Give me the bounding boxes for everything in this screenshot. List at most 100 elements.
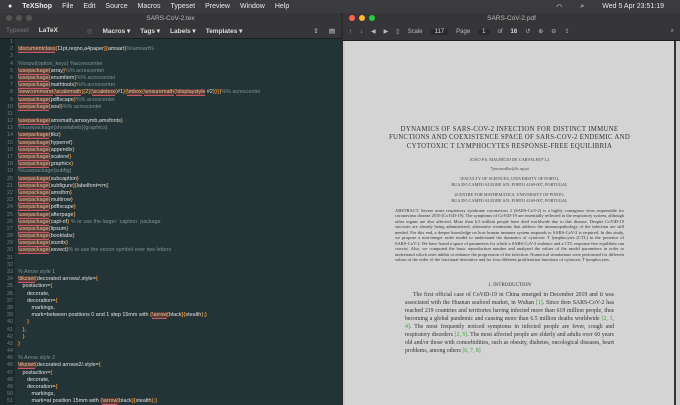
code-line[interactable] (18, 111, 341, 118)
templates-menu[interactable]: Templates ▾ (206, 27, 243, 35)
code-line[interactable]: mark=between positions 0 and 1 step 15mm… (18, 312, 341, 320)
menu-edit[interactable]: Edit (83, 3, 95, 10)
code-line[interactable]: \usepackage{amsthm} (18, 189, 341, 197)
zoom-button[interactable] (26, 15, 32, 21)
zoom-button[interactable] (369, 15, 375, 21)
code-line[interactable]: \usepackage{lipsum} (18, 225, 341, 233)
menu-help[interactable]: Help (275, 3, 289, 10)
minimize-button[interactable] (359, 15, 365, 21)
menu-preview[interactable]: Preview (205, 3, 230, 10)
code-line[interactable]: \usepackage{soul}%% acrescentei (18, 103, 341, 111)
close-button[interactable] (6, 15, 12, 21)
code-line[interactable]: \usepackage{pdflscape} (18, 204, 341, 212)
gear-icon[interactable]: ◎ (87, 27, 93, 35)
code-line[interactable]: decoration={ (18, 384, 341, 391)
menu-source[interactable]: Source (105, 3, 127, 10)
page-input[interactable]: 1 (478, 28, 490, 35)
code-line[interactable]: \usepackage{esvect}% to use the vector s… (18, 247, 341, 255)
code-line[interactable]: mark=at position 15mm with {\arrow[black… (18, 398, 341, 405)
split-icon[interactable]: ▤ (329, 27, 335, 35)
code-line[interactable] (18, 262, 341, 269)
zoom-in-icon[interactable]: ⊕ (538, 28, 543, 35)
citation-link[interactable]: [6, 7, 8] (462, 348, 480, 354)
macros-menu[interactable]: Macros ▾ (102, 27, 130, 35)
menu-typeset[interactable]: Typeset (171, 3, 196, 10)
zoom-out-icon[interactable]: ⊖ (551, 28, 556, 35)
code-line[interactable] (18, 53, 341, 60)
code-line[interactable]: \usepackage{afterpage} (18, 211, 341, 219)
code-line[interactable]: \newcommand{\scalemath}[2]{\scalebox{#1}… (18, 89, 341, 97)
typeset-button[interactable]: Typeset (6, 27, 29, 34)
code-line[interactable]: \usepackage{subfigure}[labelfont=rm] (18, 182, 341, 190)
line-number: 47 (7, 369, 13, 376)
code-line[interactable]: \usepackage{pdflscape}%% acrescentei (18, 96, 341, 104)
menu-file[interactable]: File (62, 3, 73, 10)
arrow-down-icon[interactable]: ↓ (360, 29, 363, 35)
search-icon[interactable]: ⌕ (580, 3, 584, 11)
code-editor[interactable]: 1 2 3 4 5 6 7 8 9 10 11 12 13 14 15 16 17 18 19 20 21 22 23 24 2… (0, 39, 341, 405)
wifi-icon[interactable]: ◠ (556, 3, 562, 11)
close-button[interactable] (349, 15, 355, 21)
code-line[interactable]: \usepackage{scalerel} (18, 154, 341, 161)
code-line[interactable]: decoration={ (18, 298, 341, 305)
engine-select[interactable]: LaTeX (39, 27, 77, 34)
code-line[interactable] (18, 39, 341, 46)
code-line[interactable]: }, (18, 327, 341, 334)
apple-icon[interactable]: ● (8, 3, 12, 10)
code-line[interactable]: %\usepackage{showlabels}{graphics} (18, 125, 341, 132)
code-line[interactable]: } (18, 319, 341, 326)
search-icon[interactable]: ⌕ (671, 28, 674, 35)
code-line[interactable]: \usepackage{tikz} (18, 132, 341, 140)
code-line[interactable]: \tikzset{decorated arrows2/.style={ (18, 362, 341, 370)
code-line[interactable]: decorate, (18, 377, 341, 384)
menu-app[interactable]: TeXShop (22, 3, 52, 10)
code-line[interactable]: \usepackage{siunitx} (18, 240, 341, 248)
code-line[interactable]: \usepackage{appendix} (18, 146, 341, 154)
arrow-up-icon[interactable]: ↑ (349, 29, 352, 35)
clock[interactable]: Wed 5 Apr 23:51:19 (602, 3, 664, 10)
code-line[interactable]: \usepackage{array}%% acrescentei (18, 67, 341, 75)
prev-icon[interactable]: ◀ (371, 28, 376, 35)
code-line[interactable]: \usepackage{capt-of} % or use the larger… (18, 218, 341, 226)
labels-menu[interactable]: Labels ▾ (170, 27, 196, 35)
share-icon[interactable]: ⇪ (313, 27, 318, 35)
code-line[interactable]: \usepackage{mathtools}%% acrescentei (18, 82, 341, 90)
code-area[interactable]: \documentclass[11pt,reqno,a4paper]{amsar… (18, 39, 341, 405)
code-line[interactable]: \usepackage{amsmath,amssymb,amsfonts} (18, 118, 341, 126)
share-icon[interactable]: ⇪ (564, 28, 569, 35)
code-line[interactable] (18, 348, 341, 355)
pdf-page[interactable]: DYNAMICS OF SARS-COV-2 INFECTION FOR DIS… (345, 41, 676, 405)
menu-macros[interactable]: Macros (138, 3, 161, 10)
code-line[interactable]: } (18, 341, 341, 348)
scale-input[interactable]: 117 (430, 28, 449, 35)
code-line[interactable]: % Arrow style 2 (18, 355, 341, 362)
code-line[interactable]: \usepackage{booktabs} (18, 233, 341, 241)
code-line[interactable]: % Arrow style 1 (18, 269, 341, 276)
code-line[interactable]: \documentclass[11pt,reqno,a4paper]{amsar… (18, 46, 341, 54)
code-line[interactable]: markings, (18, 391, 341, 398)
bracket: { (55, 384, 58, 390)
rotate-icon[interactable]: ↺ (525, 28, 530, 35)
menu-window[interactable]: Window (240, 3, 265, 10)
page-view-icon[interactable]: ▯ (396, 28, 399, 35)
citation-link[interactable]: [2, 5] (455, 332, 468, 338)
code-line[interactable]: postaction={ (18, 370, 341, 377)
code-line[interactable]: \usepackage{enumitem}%% acrescentei (18, 74, 341, 82)
code-line[interactable]: \usepackage{graphicx} (18, 161, 341, 169)
code-line[interactable]: \usepackage{hyperref} (18, 139, 341, 147)
section-heading: 1. INTRODUCTION (488, 282, 531, 288)
code-line[interactable]: } (18, 334, 341, 341)
code-line[interactable]: %\input{option_keys} %acrescentei (18, 61, 341, 68)
code-line[interactable]: \usepackage{multirow} (18, 197, 341, 205)
code-line[interactable]: \tikzset{decorated arrows/.style={ (18, 276, 341, 284)
code-line[interactable]: markings, (18, 305, 341, 312)
next-icon[interactable]: ▶ (384, 28, 389, 35)
citation-link[interactable]: [1] (536, 300, 543, 306)
minimize-button[interactable] (16, 15, 22, 21)
code-line[interactable]: decorate, (18, 291, 341, 298)
code-line[interactable]: %\usepackage{subfig} (18, 168, 341, 175)
tags-menu[interactable]: Tags ▾ (140, 27, 160, 35)
code-line[interactable]: \usepackage{subcaption} (18, 175, 341, 183)
code-line[interactable] (18, 255, 341, 262)
code-line[interactable]: postaction={ (18, 283, 341, 290)
